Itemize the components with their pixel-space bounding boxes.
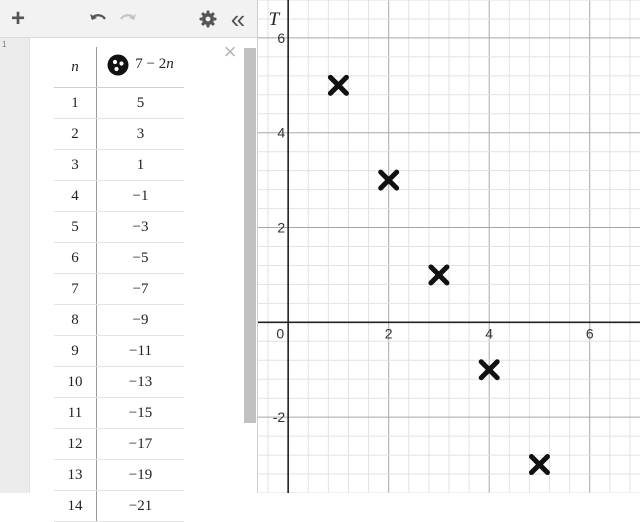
add-expression-button[interactable]: + bbox=[5, 5, 31, 32]
table-cell-value: −15 bbox=[96, 397, 184, 429]
table-cell-n[interactable]: 11 bbox=[54, 397, 97, 429]
table-row: 6 −5 bbox=[54, 242, 184, 274]
table-row: 7 −7 bbox=[54, 273, 184, 305]
table-cell-n[interactable]: 2 bbox=[54, 118, 97, 150]
table-row: 10 −13 bbox=[54, 366, 184, 398]
undo-button[interactable] bbox=[85, 6, 111, 32]
table-row: 8 −9 bbox=[54, 304, 184, 336]
table-cell-value: −1 bbox=[96, 180, 184, 212]
table-cell-n[interactable]: 3 bbox=[54, 149, 97, 181]
y-tick-label: 2 bbox=[277, 220, 285, 236]
table-row: 14 −21 bbox=[54, 490, 184, 522]
column-header-expression-label: 7 − 2n bbox=[135, 56, 173, 73]
table-cell-n[interactable]: 4 bbox=[54, 180, 97, 212]
redo-icon bbox=[120, 14, 136, 20]
table-cell-value: 3 bbox=[96, 118, 184, 150]
origin-label: 0 bbox=[276, 325, 284, 341]
table-row: 11 −15 bbox=[54, 397, 184, 429]
table-cell-n[interactable]: 9 bbox=[54, 335, 97, 367]
data-point[interactable] bbox=[327, 74, 349, 96]
table-cell-value: −7 bbox=[96, 273, 184, 305]
table-row: 5 −3 bbox=[54, 211, 184, 243]
toolbar: + « bbox=[0, 0, 257, 38]
expression-text: 7 − 2 bbox=[135, 56, 167, 72]
y-axis-label: T bbox=[269, 9, 281, 30]
table-cell-value: −11 bbox=[96, 335, 184, 367]
expression-variable: n bbox=[166, 56, 174, 72]
graph-canvas[interactable]: 2 4 6 6 4 2 -2 0 T bbox=[258, 0, 640, 493]
table-cell-n[interactable]: 6 bbox=[54, 242, 97, 274]
settings-button[interactable] bbox=[195, 6, 221, 32]
table-row: 15 bbox=[54, 87, 184, 119]
table-cell-n[interactable]: 14 bbox=[54, 490, 97, 522]
table-cell-n[interactable]: 1 bbox=[54, 87, 97, 119]
table-cell-value: −5 bbox=[96, 242, 184, 274]
y-tick-label: 6 bbox=[277, 30, 285, 46]
table-cell-value: −13 bbox=[96, 366, 184, 398]
table-cell-n[interactable]: 7 bbox=[54, 273, 97, 305]
gear-icon bbox=[199, 10, 217, 28]
y-tick-label: -2 bbox=[273, 409, 286, 425]
close-icon: × bbox=[223, 39, 237, 64]
value-table: n 7 − 2n 1 5 2 3 3 1 4 −1 5 −3 6 −5 7 −7… bbox=[54, 47, 184, 522]
table-row: 13 −19 bbox=[54, 459, 184, 491]
table-cell-n[interactable]: 8 bbox=[54, 304, 97, 336]
table-cell-n[interactable]: 10 bbox=[54, 366, 97, 398]
table-cell-value: −3 bbox=[96, 211, 184, 243]
data-point[interactable] bbox=[528, 454, 550, 476]
undo-icon bbox=[90, 14, 106, 20]
x-tick-label: 2 bbox=[385, 325, 393, 341]
expression-gutter[interactable]: 1 bbox=[0, 38, 30, 493]
point-style-icon[interactable] bbox=[107, 54, 129, 76]
table-cell-n[interactable]: 13 bbox=[54, 459, 97, 491]
column-header-n[interactable]: n bbox=[54, 47, 97, 88]
table-row: 9 −11 bbox=[54, 335, 184, 367]
column-header-n-label: n bbox=[71, 58, 79, 75]
table-cell-value: 1 bbox=[96, 149, 184, 181]
table-row: 31 bbox=[54, 149, 184, 181]
table-row: 12 −17 bbox=[54, 428, 184, 460]
table-cell-value: −9 bbox=[96, 304, 184, 336]
expression-index: 1 bbox=[2, 40, 7, 49]
table-row: 23 bbox=[54, 118, 184, 150]
redo-button[interactable] bbox=[115, 6, 141, 32]
table-cell-value: −17 bbox=[96, 428, 184, 460]
table-row: 4 −1 bbox=[54, 180, 184, 212]
expression-panel: + « 1 × n 7 − 2n 1 5 2 3 3 1 4 −1 5 −3 6… bbox=[0, 0, 258, 522]
close-table-button[interactable]: × bbox=[220, 39, 240, 64]
scrollbar-thumb[interactable] bbox=[244, 48, 256, 423]
column-header-expression[interactable]: 7 − 2n bbox=[96, 47, 184, 88]
table-cell-value: 5 bbox=[96, 87, 184, 119]
x-tick-label: 6 bbox=[586, 325, 594, 341]
data-point[interactable] bbox=[428, 264, 450, 286]
x-tick-label: 4 bbox=[485, 325, 493, 341]
y-tick-label: 4 bbox=[277, 125, 285, 141]
table-cell-value: −19 bbox=[96, 459, 184, 491]
collapse-panel-button[interactable]: « bbox=[225, 6, 251, 32]
table-cell-value: −21 bbox=[96, 490, 184, 522]
table-cell-n[interactable]: 5 bbox=[54, 211, 97, 243]
table-cell-n[interactable]: 12 bbox=[54, 428, 97, 460]
